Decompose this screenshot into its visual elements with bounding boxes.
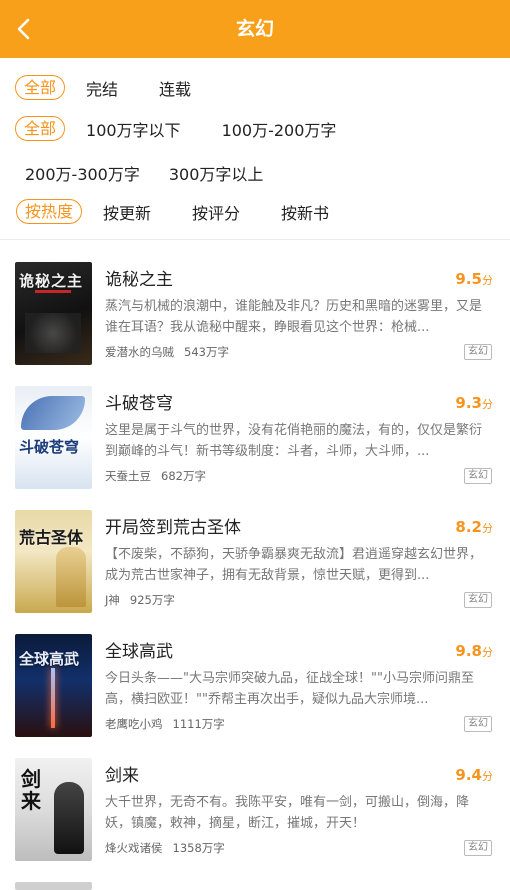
book-description: 大千世界，无奇不有。我陈平安，唯有一剑，可搬山，倒海，降妖，镇魔，敕神，摘星，断… (105, 795, 470, 831)
filter-status-complete[interactable]: 完结 (86, 76, 118, 100)
page-title: 玄幻 (235, 18, 274, 40)
book-description: 蒸汽与机械的浪潮中，谁能触及非凡？历史和黑暗的迷雾里，又是谁在耳语？我从诡秘中醒… (105, 299, 483, 335)
cover-title-text: 全球高武 (19, 650, 80, 668)
book-item[interactable]: 诡秘之主 诡秘之主 9.5分 蒸汽与机械的浪潮中，谁能触及非凡？历史和黑暗的迷雾… (0, 250, 510, 374)
sort-by-rating[interactable]: 按评分 (192, 200, 240, 224)
book-item-partial[interactable] (0, 870, 510, 890)
book-author: 天蚕土豆 (105, 469, 151, 483)
book-meta: 天蚕土豆 682万字 (105, 468, 206, 484)
book-score: 9.8分 (455, 642, 493, 660)
book-meta: 烽火戏诸侯 1358万字 (105, 840, 225, 856)
section-divider (0, 240, 510, 250)
filter-length-200w-300w[interactable]: 200万-300万字 (25, 161, 140, 185)
book-cover: 剑来 (15, 758, 92, 861)
book-title: 剑来 (105, 766, 139, 786)
book-score: 8.2分 (455, 518, 493, 536)
length-filter-row-2: 200万-300万字 300万字以上 (25, 161, 263, 185)
book-author: 老鹰吃小鸡 (105, 717, 163, 731)
book-author: J神 (105, 593, 120, 607)
status-filter-row: 全部 完结 连载 (15, 75, 191, 100)
filter-panel: 全部 完结 连载 全部 100万字以下 100万-200万字 200万-300万… (0, 58, 510, 240)
book-meta: J神 925万字 (105, 592, 175, 608)
book-description: 今日头条——"大马宗师突破九品，征战全球！""小马宗师问鼎至高，横扫欧亚！""乔… (105, 671, 474, 707)
book-cover (15, 882, 92, 890)
book-word-count: 925万字 (129, 593, 175, 607)
genre-tag: 玄幻 (464, 592, 492, 608)
cover-title-text: 荒古圣体 (19, 528, 84, 547)
sort-by-popularity[interactable]: 按热度 (16, 199, 83, 224)
book-cover: 荒古圣体 (15, 510, 92, 613)
cover-title-text: 剑来 (21, 767, 41, 813)
book-word-count: 682万字 (161, 469, 206, 483)
book-title: 开局签到荒古圣体 (105, 518, 241, 538)
book-description: 这里是属于斗气的世界，没有花俏艳丽的魔法，有的，仅仅是繁衍到巅峰的斗气！新书等级… (105, 423, 483, 459)
book-word-count: 543万字 (184, 345, 229, 359)
filter-status-all[interactable]: 全部 (15, 75, 66, 100)
book-cover: 斗破苍穹 (15, 386, 92, 489)
book-score: 9.3分 (455, 394, 493, 412)
book-author: 烽火戏诸侯 (105, 841, 163, 855)
sort-by-new[interactable]: 按新书 (281, 200, 329, 224)
book-title: 全球高武 (105, 642, 173, 662)
book-title: 诡秘之主 (105, 270, 173, 290)
book-meta: 老鹰吃小鸡 1111万字 (105, 716, 225, 732)
book-cover: 全球高武 (15, 634, 92, 737)
book-item[interactable]: 斗破苍穹 斗破苍穹 9.3分 这里是属于斗气的世界，没有花俏艳丽的魔法，有的，仅… (0, 374, 510, 498)
book-word-count: 1358万字 (172, 841, 225, 855)
length-filter-row-1: 全部 100万字以下 100万-200万字 (15, 116, 336, 141)
app-header: 玄幻 (0, 0, 510, 58)
book-item[interactable]: 荒古圣体 开局签到荒古圣体 8.2分 【不废柴，不舔狗，天骄争霸暴爽无敌流】君逍… (0, 498, 510, 622)
book-score: 9.4分 (455, 766, 493, 784)
book-description: 【不废柴，不舔狗，天骄争霸暴爽无敌流】君逍遥穿越玄幻世界，成为荒古世家神子，拥有… (105, 547, 483, 583)
book-meta: 爱潜水的乌贼 543万字 (105, 344, 229, 360)
filter-length-all[interactable]: 全部 (15, 116, 66, 141)
filter-length-under-100w[interactable]: 100万字以下 (86, 117, 181, 141)
sort-filter-row: 按热度 按更新 按评分 按新书 (16, 199, 329, 224)
filter-length-100w-200w[interactable]: 100万-200万字 (222, 117, 337, 141)
genre-tag: 玄幻 (464, 344, 492, 360)
cover-title-text: 斗破苍穹 (19, 438, 80, 456)
book-score: 9.5分 (455, 270, 493, 288)
cover-title-text: 诡秘之主 (19, 272, 84, 290)
genre-tag: 玄幻 (464, 468, 492, 484)
book-author: 爱潜水的乌贼 (105, 345, 174, 359)
filter-length-over-300w[interactable]: 300万字以上 (169, 161, 264, 185)
book-title: 斗破苍穹 (105, 394, 173, 414)
sort-by-update[interactable]: 按更新 (103, 200, 151, 224)
genre-tag: 玄幻 (464, 840, 492, 856)
book-cover: 诡秘之主 (15, 262, 92, 365)
book-item[interactable]: 全球高武 全球高武 9.8分 今日头条——"大马宗师突破九品，征战全球！""小马… (0, 622, 510, 746)
book-word-count: 1111万字 (172, 717, 225, 731)
book-item[interactable]: 剑来 剑来 9.4分 大千世界，无奇不有。我陈平安，唯有一剑，可搬山，倒海，降妖… (0, 746, 510, 870)
genre-tag: 玄幻 (464, 716, 492, 732)
filter-status-ongoing[interactable]: 连载 (159, 76, 191, 100)
